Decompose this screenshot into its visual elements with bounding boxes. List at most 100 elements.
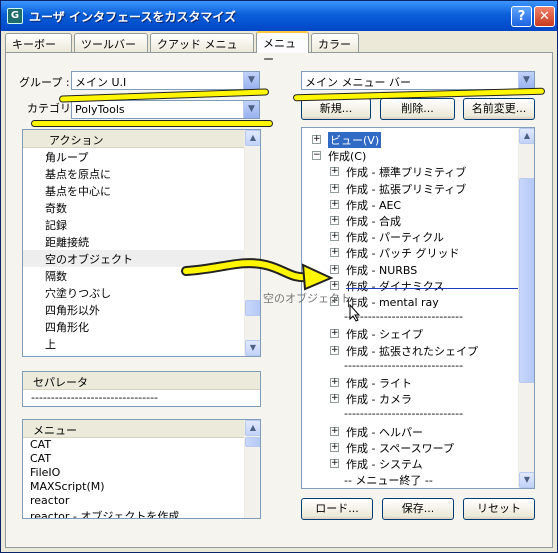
expand-icon[interactable]: + (312, 135, 321, 144)
tree-node[interactable]: + 作成 - シェイプ (302, 325, 518, 341)
tree-node[interactable]: + 作成 - AEC (302, 196, 518, 212)
scroll-thumb[interactable] (245, 437, 260, 447)
action-item[interactable]: 奇数 (23, 199, 260, 216)
scroll-thumb[interactable] (245, 300, 260, 316)
tree-node-label: 作成 - 標準プリミティブ (346, 166, 467, 180)
chevron-down-icon[interactable]: ▼ (518, 72, 534, 89)
tab-toolbars[interactable]: ツールバー (74, 33, 148, 52)
tree-node-label: 作成 - ダイナミクス (346, 279, 445, 293)
expand-icon[interactable]: + (330, 329, 339, 339)
menu-item[interactable]: CAT (23, 452, 260, 466)
menu-select-dropdown[interactable]: メイン メニュー バー ▼ (301, 71, 535, 90)
separator-list[interactable]: セパレータ -------------------------------- (22, 371, 261, 407)
tab-keyboard[interactable]: キーボード (5, 33, 72, 67)
expand-icon[interactable]: + (330, 232, 339, 242)
delete-menu-button[interactable]: 削除... (380, 98, 455, 120)
window-title: ユーザ インタフェースをカスタマイズ (29, 10, 236, 24)
tree-node[interactable]: + 作成 - ヘルパー (302, 423, 518, 439)
action-item[interactable]: 四角形化 (23, 318, 260, 335)
tree-node[interactable]: ------------------------------ (302, 309, 518, 325)
action-item[interactable]: 四角形以外 (23, 301, 260, 318)
tree-node[interactable]: ------------------------------ (302, 358, 518, 374)
tab-quad-menus[interactable]: クアッド メニュー (150, 33, 254, 67)
actions-header: アクション (23, 130, 260, 148)
expand-icon[interactable]: + (330, 442, 339, 452)
close-button[interactable]: ✕ (534, 6, 555, 27)
tree-node[interactable]: + 作成 - 拡張されたシェイプ (302, 342, 518, 358)
actions-list[interactable]: アクション 角ループ 基点を原点に 基点を中心に 奇数 記録 距離接続 空のオブジェクト 隔数… (22, 129, 261, 357)
tree-node[interactable]: ------------------------------ (302, 406, 518, 422)
tree-node-label: 作成 - スペースワープ (346, 441, 454, 455)
tree-node[interactable]: + 作成 - 合成 (302, 212, 518, 228)
tree-node[interactable]: + 作成 - 標準プリミティブ (302, 163, 518, 179)
menu-item[interactable]: FileIO (23, 466, 260, 480)
separator-item[interactable]: -------------------------------- (23, 390, 260, 406)
app-icon: G (7, 8, 23, 24)
tree-node-label: 作成 - シェイプ (346, 328, 423, 342)
tree-node[interactable]: − 作成(C) (302, 147, 518, 163)
action-item[interactable]: 基点を原点に (23, 165, 260, 182)
expand-icon[interactable]: + (330, 426, 339, 436)
group-dropdown[interactable]: メイン U.I ▼ (71, 71, 260, 90)
expand-icon[interactable]: + (330, 459, 339, 468)
scroll-up-icon[interactable]: ▲ (245, 130, 260, 146)
separator-header: セパレータ (23, 372, 260, 390)
tree-node[interactable]: + 作成 - システム (302, 455, 518, 471)
expand-icon[interactable]: + (330, 183, 339, 193)
tree-node[interactable]: + 作成 - パーティクル (302, 228, 518, 244)
scroll-down-icon[interactable]: ▼ (519, 472, 534, 488)
scroll-up-icon[interactable]: ▲ (245, 420, 260, 436)
tree-node[interactable]: + 作成 - 拡張プリミティブ (302, 180, 518, 196)
tree-node-label: ------------------------------ (344, 358, 464, 372)
tree-node[interactable]: + 作成 - ライト (302, 374, 518, 390)
expand-icon[interactable]: + (330, 216, 339, 225)
actions-scrollbar[interactable]: ▲ ▼ (244, 130, 260, 356)
tree-node[interactable]: + 作成 - スペースワープ (302, 439, 518, 455)
menus-scrollbar[interactable]: ▲ (244, 420, 260, 518)
expand-icon[interactable]: + (330, 345, 339, 355)
tree-scrollbar[interactable]: ▲ ▼ (518, 128, 534, 488)
expand-icon[interactable]: + (330, 167, 339, 177)
scroll-thumb[interactable] (519, 178, 534, 383)
reset-button[interactable]: リセット (463, 498, 535, 520)
action-item[interactable]: 角ループ (23, 148, 260, 165)
action-item[interactable]: 上 (23, 335, 260, 352)
menu-item[interactable]: reactor - オブジェクトを作成 (23, 508, 260, 518)
tab-menus[interactable]: メニュー (256, 31, 309, 66)
tree-node[interactable]: + 作成 - カメラ (302, 390, 518, 406)
tab-colors[interactable]: カラー (311, 33, 359, 52)
menus-list[interactable]: メニュー CAT CAT FileIO MAXScript(M) reactor reac… (22, 419, 261, 519)
action-item[interactable]: 記録 (23, 216, 260, 233)
menu-item[interactable]: MAXScript(M) (23, 480, 260, 494)
scroll-down-icon[interactable]: ▼ (245, 340, 260, 356)
tree-node[interactable]: + ビュー(V) (302, 131, 518, 148)
load-button[interactable]: ロード... (301, 498, 373, 520)
action-item[interactable]: 距離接続 (23, 233, 260, 250)
save-button[interactable]: 保存... (382, 498, 454, 520)
tree-node-label: 作成 - パッチ グリッド (346, 247, 460, 261)
highlight-mark-category (31, 120, 273, 127)
tree-node[interactable]: +モディファイヤ(O) (302, 487, 518, 488)
category-dropdown[interactable]: PolyTools ▼ (71, 100, 260, 119)
title-bar[interactable]: G ユーザ インタフェースをカスタマイズ ? ✕ (1, 1, 557, 31)
category-value: PolyTools (75, 103, 125, 116)
collapse-icon[interactable]: − (312, 151, 321, 161)
help-button[interactable]: ? (511, 6, 532, 27)
scroll-up-icon[interactable]: ▲ (519, 128, 534, 144)
menu-item[interactable]: reactor (23, 494, 260, 508)
expand-icon[interactable]: + (330, 378, 339, 387)
tree-node-label: 作成 - カメラ (346, 393, 412, 407)
rename-menu-button[interactable]: 名前変更... (463, 98, 535, 120)
tree-node-label: 作成 - 拡張プリミティブ (346, 182, 467, 196)
chevron-down-icon[interactable]: ▼ (243, 72, 259, 89)
tree-node-label: ------------------------------ (344, 407, 464, 421)
action-item[interactable]: 基点を中心に (23, 182, 260, 199)
expand-icon[interactable]: + (330, 199, 339, 209)
tree-node[interactable]: -- メニュー終了 -- (302, 471, 518, 487)
expand-icon[interactable]: + (330, 394, 339, 404)
menu-tree[interactable]: + ビュー(V) − 作成(C) + 作成 - 標準プリミティブ + 作成 - 拡張プリミティ… (301, 127, 535, 489)
chevron-down-icon[interactable]: ▼ (243, 101, 259, 118)
new-menu-button[interactable]: 新規... (301, 98, 371, 120)
tree-node-label: 作成 - パーティクル (346, 231, 444, 245)
menu-item[interactable]: CAT (23, 438, 260, 452)
